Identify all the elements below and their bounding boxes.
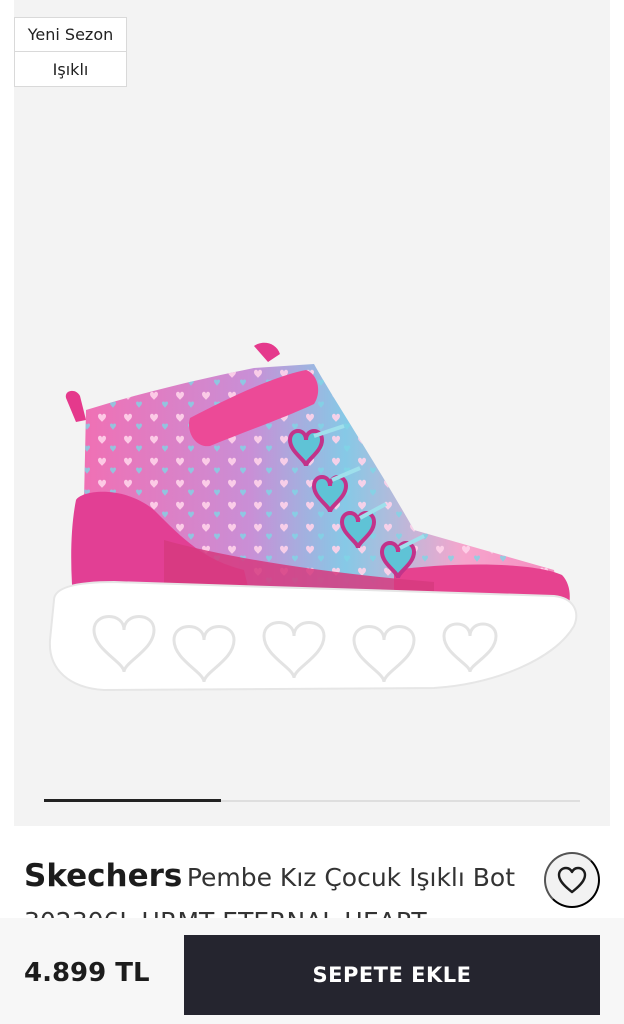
- badge-list: Yeni Sezon Işıklı: [14, 17, 127, 87]
- product-info: Skechers Pembe Kız Çocuk Işıklı Bot 3023…: [0, 826, 624, 936]
- product-image: [48, 342, 578, 692]
- badge-new-season: Yeni Sezon: [14, 17, 127, 52]
- badge-lighted: Işıklı: [14, 52, 127, 87]
- product-brand[interactable]: Skechers: [24, 858, 182, 894]
- product-image-gallery[interactable]: Yeni Sezon Işıklı: [14, 0, 610, 826]
- gallery-progress-fill: [44, 799, 221, 802]
- gallery-progress-track: [44, 799, 580, 802]
- heart-outline-icon: [557, 866, 587, 894]
- favorite-button[interactable]: [544, 852, 600, 908]
- product-price: 4.899 TL: [24, 958, 150, 988]
- product-page: Yeni Sezon Işıklı Skechers Pembe Kız Çoc…: [0, 0, 624, 1024]
- purchase-bar: 4.899 TL SEPETE EKLE: [0, 918, 624, 1024]
- add-to-cart-button[interactable]: SEPETE EKLE: [184, 935, 600, 1015]
